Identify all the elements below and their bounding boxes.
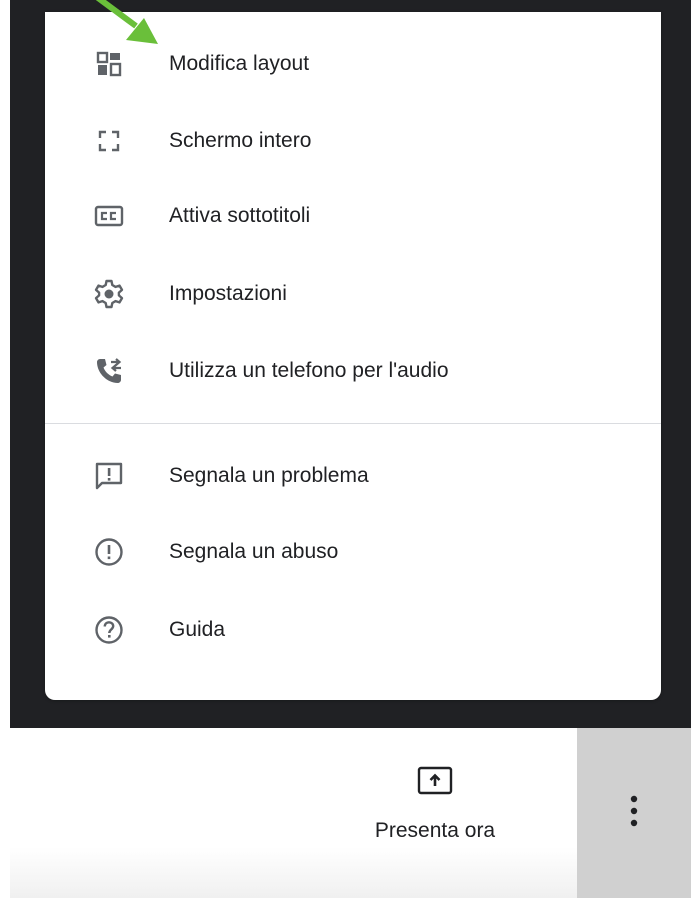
- closed-captions-icon: [92, 199, 126, 233]
- menu-item-fullscreen[interactable]: Schermo intero: [45, 103, 661, 179]
- more-options-menu: Modifica layout Schermo intero Attiva so…: [45, 12, 661, 700]
- gear-icon: [92, 277, 126, 311]
- present-now-button[interactable]: Presenta ora: [350, 766, 520, 866]
- meeting-screen: Modifica layout Schermo intero Attiva so…: [0, 0, 691, 898]
- annotation-arrow-icon: [95, 0, 158, 44]
- bottom-toolbar: Presenta ora: [10, 728, 691, 898]
- more-options-button[interactable]: [577, 728, 691, 898]
- present-now-label: Presenta ora: [374, 819, 496, 842]
- menu-item-label: Impostazioni: [169, 282, 287, 305]
- menu-item-label: Segnala un abuso: [169, 540, 339, 563]
- menu-item-captions[interactable]: Attiva sottotitoli: [45, 178, 661, 254]
- menu-item-label: Modifica layout: [169, 52, 310, 75]
- menu-item-report-abuse[interactable]: Segnala un abuso: [45, 514, 661, 590]
- left-margin: [0, 0, 10, 898]
- menu-item-label: Segnala un problema: [169, 464, 369, 487]
- phone-transfer-icon: [92, 354, 126, 388]
- fullscreen-icon: [92, 124, 126, 158]
- menu-item-report-problem[interactable]: Segnala un problema: [45, 438, 661, 514]
- menu-divider: [45, 423, 661, 424]
- menu-item-label: Attiva sottotitoli: [169, 204, 311, 227]
- menu-item-label: Utilizza un telefono per l'audio: [169, 359, 449, 382]
- present-screen-icon: [417, 766, 453, 801]
- menu-item-settings[interactable]: Impostazioni: [45, 256, 661, 332]
- alert-circle-icon: [92, 535, 126, 569]
- more-vertical-icon: [629, 794, 639, 833]
- menu-item-label: Schermo intero: [169, 129, 312, 152]
- help-circle-icon: [92, 613, 126, 647]
- menu-item-label: Guida: [169, 618, 226, 641]
- feedback-icon: [92, 459, 126, 493]
- menu-item-help[interactable]: Guida: [45, 592, 661, 668]
- menu-item-phone-audio[interactable]: Utilizza un telefono per l'audio: [45, 333, 661, 409]
